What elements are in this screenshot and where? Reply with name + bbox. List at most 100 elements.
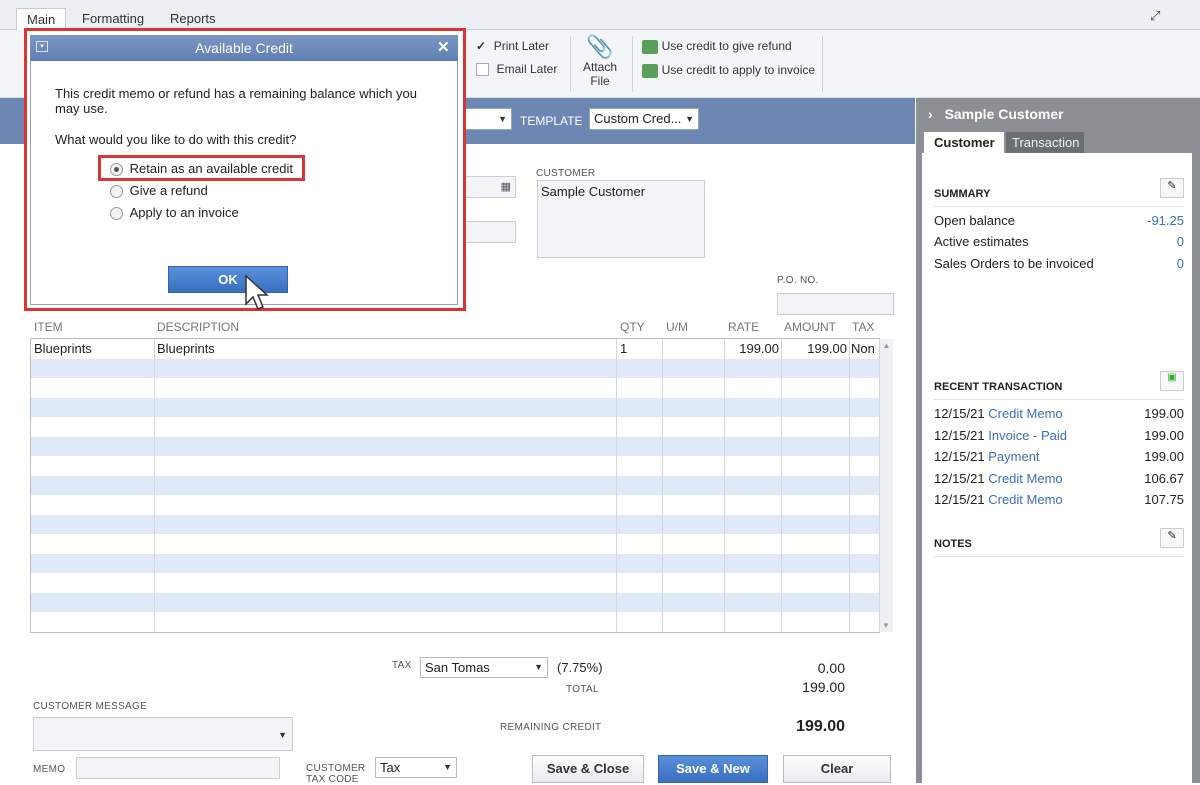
table-row[interactable] (31, 417, 879, 437)
memo-label: MEMO (33, 764, 66, 775)
recent-type-link[interactable]: Credit Memo (988, 406, 1062, 421)
recent-amount: 199.00 (1144, 449, 1184, 464)
column-divider (662, 339, 663, 632)
date-field[interactable]: ▦ (462, 176, 516, 198)
summary-label: Active estimates (934, 234, 1029, 249)
number-field[interactable] (462, 221, 516, 243)
table-row[interactable]: Blueprints Blueprints 1 199.00 199.00 No… (31, 339, 879, 359)
cell-description[interactable]: Blueprints (157, 341, 215, 356)
customer-value: Sample Customer (541, 184, 646, 199)
edit-icon[interactable]: ✎ (1160, 528, 1184, 548)
customer-label: CUSTOMER (536, 168, 596, 179)
cell-item[interactable]: Blueprints (34, 341, 92, 356)
table-row[interactable] (31, 514, 879, 534)
template-dropdown[interactable]: Custom Cred... ▼ (589, 108, 699, 130)
tab-transaction[interactable]: Transaction (1006, 132, 1084, 153)
report-icon[interactable]: ▣ (1160, 371, 1184, 391)
customer-tax-code-dropdown[interactable]: Tax ▼ (375, 757, 457, 778)
summary-value[interactable]: 0 (1177, 234, 1184, 249)
summary-value[interactable]: -91.25 (1147, 213, 1184, 228)
radio-retain-credit[interactable]: Retain as an available credit (110, 161, 293, 177)
recent-row: 12/15/21 Credit Memo 107.75 (934, 492, 1184, 510)
table-row[interactable] (31, 456, 879, 476)
table-row[interactable] (31, 612, 879, 632)
column-divider (781, 339, 782, 632)
refund-icon (642, 39, 658, 54)
remaining-credit-label: REMAINING CREDIT (500, 722, 602, 733)
class-dropdown[interactable]: ▼ (462, 108, 512, 130)
table-row[interactable] (31, 534, 879, 554)
radio-button[interactable] (110, 185, 123, 199)
edit-icon[interactable]: ✎ (1160, 178, 1184, 198)
tab-reports[interactable]: Reports (160, 8, 226, 30)
recent-transaction-heading: RECENT TRANSACTION (934, 381, 1063, 393)
expand-icon[interactable]: ⤢ (1150, 8, 1160, 24)
cell-tax[interactable]: Non (851, 341, 875, 356)
radio-give-refund[interactable]: Give a refund (110, 183, 208, 199)
dialog-question: What would you like to do with this cred… (55, 132, 297, 147)
dialog-title: Available Credit (195, 40, 293, 56)
print-later-option[interactable]: ✓ Print Later (476, 38, 549, 53)
email-later-option[interactable]: Email Later (476, 61, 557, 77)
chevron-down-icon: ▼ (498, 114, 507, 124)
recent-type-link[interactable]: Payment (988, 449, 1039, 464)
panel-header[interactable]: › Sample Customer (928, 106, 1064, 122)
memo-field[interactable] (76, 757, 280, 779)
recent-date: 12/15/21 (934, 428, 985, 443)
save-close-button[interactable]: Save & Close (532, 755, 644, 783)
customer-tax-code-label: CUSTOMER (306, 763, 366, 774)
scroll-down-icon[interactable]: ▼ (880, 621, 892, 630)
scroll-up-icon[interactable]: ▲ (880, 341, 893, 350)
divider (934, 399, 1184, 400)
remaining-credit-amount: 199.00 (796, 718, 845, 735)
cell-rate[interactable]: 199.00 (725, 341, 779, 356)
table-row[interactable] (31, 553, 879, 573)
recent-type-link[interactable]: Credit Memo (988, 471, 1062, 486)
customer-message-dropdown[interactable]: ▼ (33, 717, 293, 751)
summary-heading: SUMMARY (934, 188, 991, 200)
chevron-right-icon[interactable]: › (928, 106, 933, 122)
recent-date: 12/15/21 (934, 471, 985, 486)
recent-row: 12/15/21 Payment 199.00 (934, 449, 1184, 467)
column-divider (154, 339, 155, 632)
radio-button[interactable] (110, 207, 123, 221)
top-tab-bar: Main Formatting Reports ⤢ (0, 0, 1200, 30)
table-row[interactable] (31, 436, 879, 456)
table-row[interactable] (31, 573, 879, 593)
table-row[interactable] (31, 397, 879, 417)
attach-file-button[interactable]: 📎 Attach File (578, 34, 622, 88)
use-credit-refund-button[interactable]: Use credit to give refund (642, 38, 792, 54)
cell-qty[interactable]: 1 (620, 341, 627, 356)
tab-main[interactable]: Main (16, 8, 67, 30)
email-later-checkbox[interactable] (476, 63, 489, 77)
radio-button-selected[interactable] (110, 163, 123, 177)
template-value: Custom Cred... (594, 111, 682, 126)
tab-formatting[interactable]: Formatting (72, 8, 154, 30)
customer-message-label: CUSTOMER MESSAGE (33, 701, 148, 712)
table-row[interactable] (31, 358, 879, 378)
ok-button[interactable]: OK (168, 266, 288, 293)
clear-button[interactable]: Clear (783, 755, 891, 783)
summary-row: Open balance -91.25 (934, 213, 1184, 231)
table-scrollbar[interactable]: ▲ ▼ (879, 339, 893, 632)
save-new-button[interactable]: Save & New (658, 755, 768, 783)
customer-address-box[interactable]: Sample Customer (537, 180, 705, 258)
recent-type-link[interactable]: Credit Memo (988, 492, 1062, 507)
po-number-field[interactable] (777, 293, 894, 315)
tab-customer[interactable]: Customer (924, 132, 1004, 153)
calendar-icon[interactable]: ▦ (501, 180, 511, 193)
table-row[interactable] (31, 592, 879, 612)
summary-value[interactable]: 0 (1177, 256, 1184, 271)
table-row[interactable] (31, 495, 879, 515)
use-credit-invoice-button[interactable]: Use credit to apply to invoice (642, 62, 815, 78)
tax-code-label: TAX CODE (306, 774, 359, 785)
close-icon[interactable]: ✕ (437, 38, 450, 56)
radio-apply-invoice[interactable]: Apply to an invoice (110, 205, 239, 221)
use-credit-refund-label: Use credit to give refund (661, 39, 792, 53)
tax-district-dropdown[interactable]: San Tomas ▼ (420, 657, 548, 678)
line-items-table: Blueprints Blueprints 1 199.00 199.00 No… (30, 338, 893, 633)
table-row[interactable] (31, 475, 879, 495)
table-row[interactable] (31, 378, 879, 398)
cell-amount[interactable]: 199.00 (783, 341, 847, 356)
recent-type-link[interactable]: Invoice - Paid (988, 428, 1067, 443)
